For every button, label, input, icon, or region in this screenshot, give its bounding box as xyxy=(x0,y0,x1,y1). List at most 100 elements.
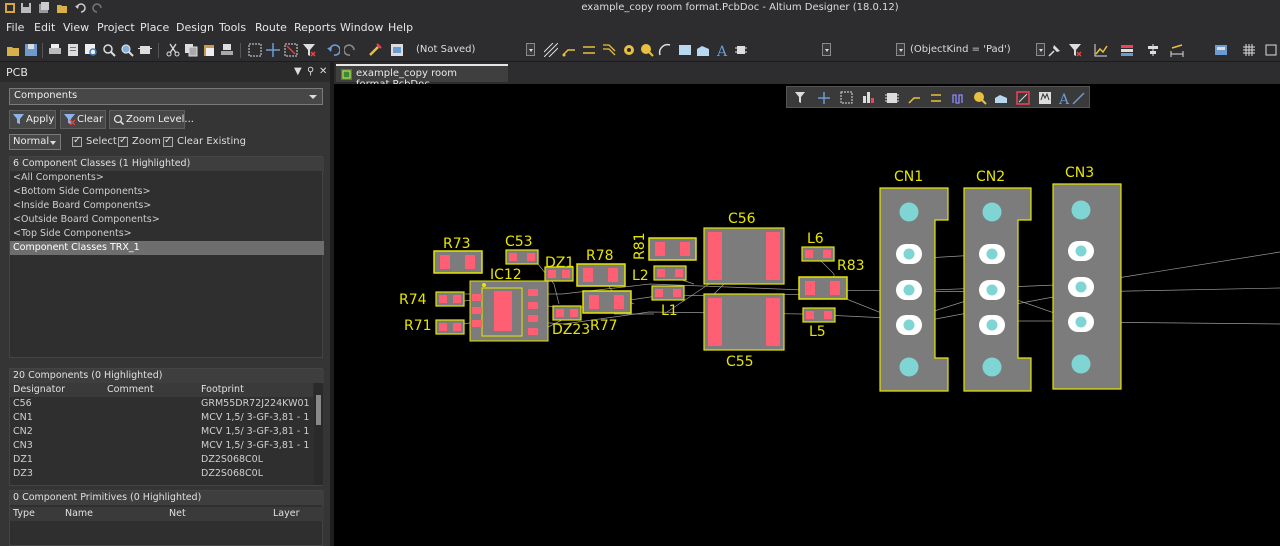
open-icon[interactable] xyxy=(6,43,20,57)
measure-icon[interactable] xyxy=(1170,43,1184,57)
column-layer[interactable]: Layer xyxy=(273,508,300,522)
document-tab[interactable]: example_copy room format.PcbDoc xyxy=(336,64,508,90)
print-icon[interactable] xyxy=(48,43,62,57)
layer-stack-icon[interactable] xyxy=(1120,43,1134,57)
dropdown-1[interactable] xyxy=(526,43,535,56)
column-designator[interactable]: Designator xyxy=(13,384,65,398)
view-config-icon[interactable] xyxy=(1214,43,1228,57)
table-row[interactable]: C56 GRM55DR72J224KW01 xyxy=(10,397,313,411)
panel-mode-select[interactable]: Components xyxy=(9,88,323,105)
list-item[interactable]: <Inside Board Components> xyxy=(10,199,324,213)
arc-icon[interactable] xyxy=(658,43,672,57)
label-l5: L5 xyxy=(809,324,826,340)
save-state-label: (Not Saved) xyxy=(416,44,476,55)
more-icon[interactable] xyxy=(1264,43,1278,57)
pin-icon[interactable]: ⚲ xyxy=(307,66,314,77)
component-l5 xyxy=(802,307,836,323)
select-area-icon[interactable] xyxy=(248,43,262,57)
filter-expression[interactable]: (ObjectKind = 'Pad') xyxy=(910,44,1011,55)
rubber-stamp-icon[interactable] xyxy=(220,43,234,57)
via-icon[interactable] xyxy=(622,43,636,57)
column-type[interactable]: Type xyxy=(13,508,35,522)
deselect-icon[interactable] xyxy=(284,43,298,57)
polygon-icon[interactable] xyxy=(696,43,710,57)
clear-filter-icon[interactable] xyxy=(302,43,316,57)
filter-history-dropdown[interactable] xyxy=(1036,43,1045,56)
zoom-level-button[interactable]: Zoom Level... xyxy=(109,110,194,129)
highlight-mode-select[interactable]: Normal xyxy=(9,134,61,150)
menu-design[interactable]: Design xyxy=(176,21,214,34)
string-icon[interactable]: A xyxy=(716,43,730,57)
menu-tools[interactable]: Tools xyxy=(219,21,246,34)
route-icon[interactable] xyxy=(562,43,576,57)
paste-icon[interactable] xyxy=(202,43,216,57)
apply-button[interactable]: Apply xyxy=(9,110,56,129)
menu-help[interactable]: Help xyxy=(388,21,413,34)
redo-icon[interactable] xyxy=(344,43,358,57)
undo-icon[interactable] xyxy=(326,43,340,57)
copy-icon[interactable] xyxy=(184,43,198,57)
label-l6: L6 xyxy=(807,231,824,247)
table-row[interactable]: CN1 MCV 1,5/ 3-GF-3,81 - 1 xyxy=(10,411,313,425)
table-row[interactable]: CN3 MCV 1,5/ 3-GF-3,81 - 1 xyxy=(10,439,313,453)
apply-filter-icon[interactable] xyxy=(1048,43,1062,57)
pcb-board-view[interactable]: CN1 CN2 CN3 C56 C55 C53 R73 R74 R71 R78 … xyxy=(334,84,1280,546)
table-row[interactable]: DZ1 DZ2S068C0L xyxy=(10,453,313,467)
zoom-area-icon[interactable] xyxy=(102,43,116,57)
zoom-selected-icon[interactable] xyxy=(120,43,134,57)
list-item[interactable]: <Outside Board Components> xyxy=(10,213,324,227)
diff-pair-icon[interactable] xyxy=(582,43,596,57)
save-icon[interactable] xyxy=(24,43,38,57)
zoom-fit-icon[interactable] xyxy=(84,43,98,57)
list-item[interactable]: <All Components> xyxy=(10,171,324,185)
label-r73: R73 xyxy=(443,236,471,252)
menu-project[interactable]: Project xyxy=(97,21,135,34)
cut-icon[interactable] xyxy=(166,43,180,57)
grid-icon[interactable] xyxy=(1242,43,1256,57)
list-item-selected[interactable]: Component Classes TRX_1 xyxy=(10,241,324,255)
column-name[interactable]: Name xyxy=(65,508,93,522)
close-icon[interactable]: ✕ xyxy=(319,66,327,77)
dropdown-2[interactable] xyxy=(822,43,831,56)
table-row[interactable]: DZ3 DZ2S068C0L xyxy=(10,467,313,481)
list-item[interactable]: <Top Side Components> xyxy=(10,227,324,241)
align-icon[interactable] xyxy=(1146,43,1160,57)
clear-filter-icon[interactable] xyxy=(1068,43,1082,57)
menu-reports[interactable]: Reports xyxy=(294,21,336,34)
component-place-icon[interactable] xyxy=(734,43,748,57)
table-row[interactable]: CN2 MCV 1,5/ 3-GF-3,81 - 1 xyxy=(10,425,313,439)
label-r81: R81 xyxy=(632,232,648,260)
chart-icon[interactable] xyxy=(1094,43,1108,57)
menu-place[interactable]: Place xyxy=(140,21,169,34)
components-icon[interactable] xyxy=(138,43,152,57)
primitives-table: 0 Component Primitives (0 Highlighted) T… xyxy=(9,490,324,546)
list-item[interactable]: <Bottom Side Components> xyxy=(10,185,324,199)
print-preview-icon[interactable] xyxy=(66,43,80,57)
component-c53 xyxy=(505,249,539,265)
panel-header: PCB ▼ ⚲ ✕ xyxy=(0,62,330,82)
menu-window[interactable]: Window xyxy=(340,21,383,34)
filter-dropdown[interactable] xyxy=(896,43,905,56)
pad-icon[interactable] xyxy=(640,43,654,57)
column-footprint[interactable]: Footprint xyxy=(201,384,244,398)
cross-probe-icon[interactable] xyxy=(368,43,382,57)
panel-menu-icon[interactable]: ▼ xyxy=(294,66,302,77)
fill-icon[interactable] xyxy=(678,43,692,57)
scrollbar[interactable] xyxy=(314,383,323,485)
menu-file[interactable]: File xyxy=(6,21,24,34)
scrollbar-thumb[interactable] xyxy=(316,395,321,425)
pcb-canvas[interactable]: A CN1 CN2 CN3 C56 C55 C53 R73 R74 R71 R7… xyxy=(334,84,1280,546)
multi-route-icon[interactable] xyxy=(602,43,616,57)
menu-edit[interactable]: Edit xyxy=(34,21,55,34)
hatch-icon[interactable] xyxy=(544,43,558,57)
column-net[interactable]: Net xyxy=(169,508,186,522)
document-icon[interactable] xyxy=(390,43,404,57)
list-item-label: Component Classes TRX_1 xyxy=(13,242,140,253)
table-header-row: Type Name Net Layer xyxy=(10,507,324,521)
toolbar-separator xyxy=(158,43,159,58)
move-icon[interactable] xyxy=(266,43,280,57)
clear-button[interactable]: Clear xyxy=(60,110,106,129)
column-comment[interactable]: Comment xyxy=(107,384,154,398)
menu-view[interactable]: View xyxy=(63,21,89,34)
menu-route[interactable]: Route xyxy=(255,21,287,34)
